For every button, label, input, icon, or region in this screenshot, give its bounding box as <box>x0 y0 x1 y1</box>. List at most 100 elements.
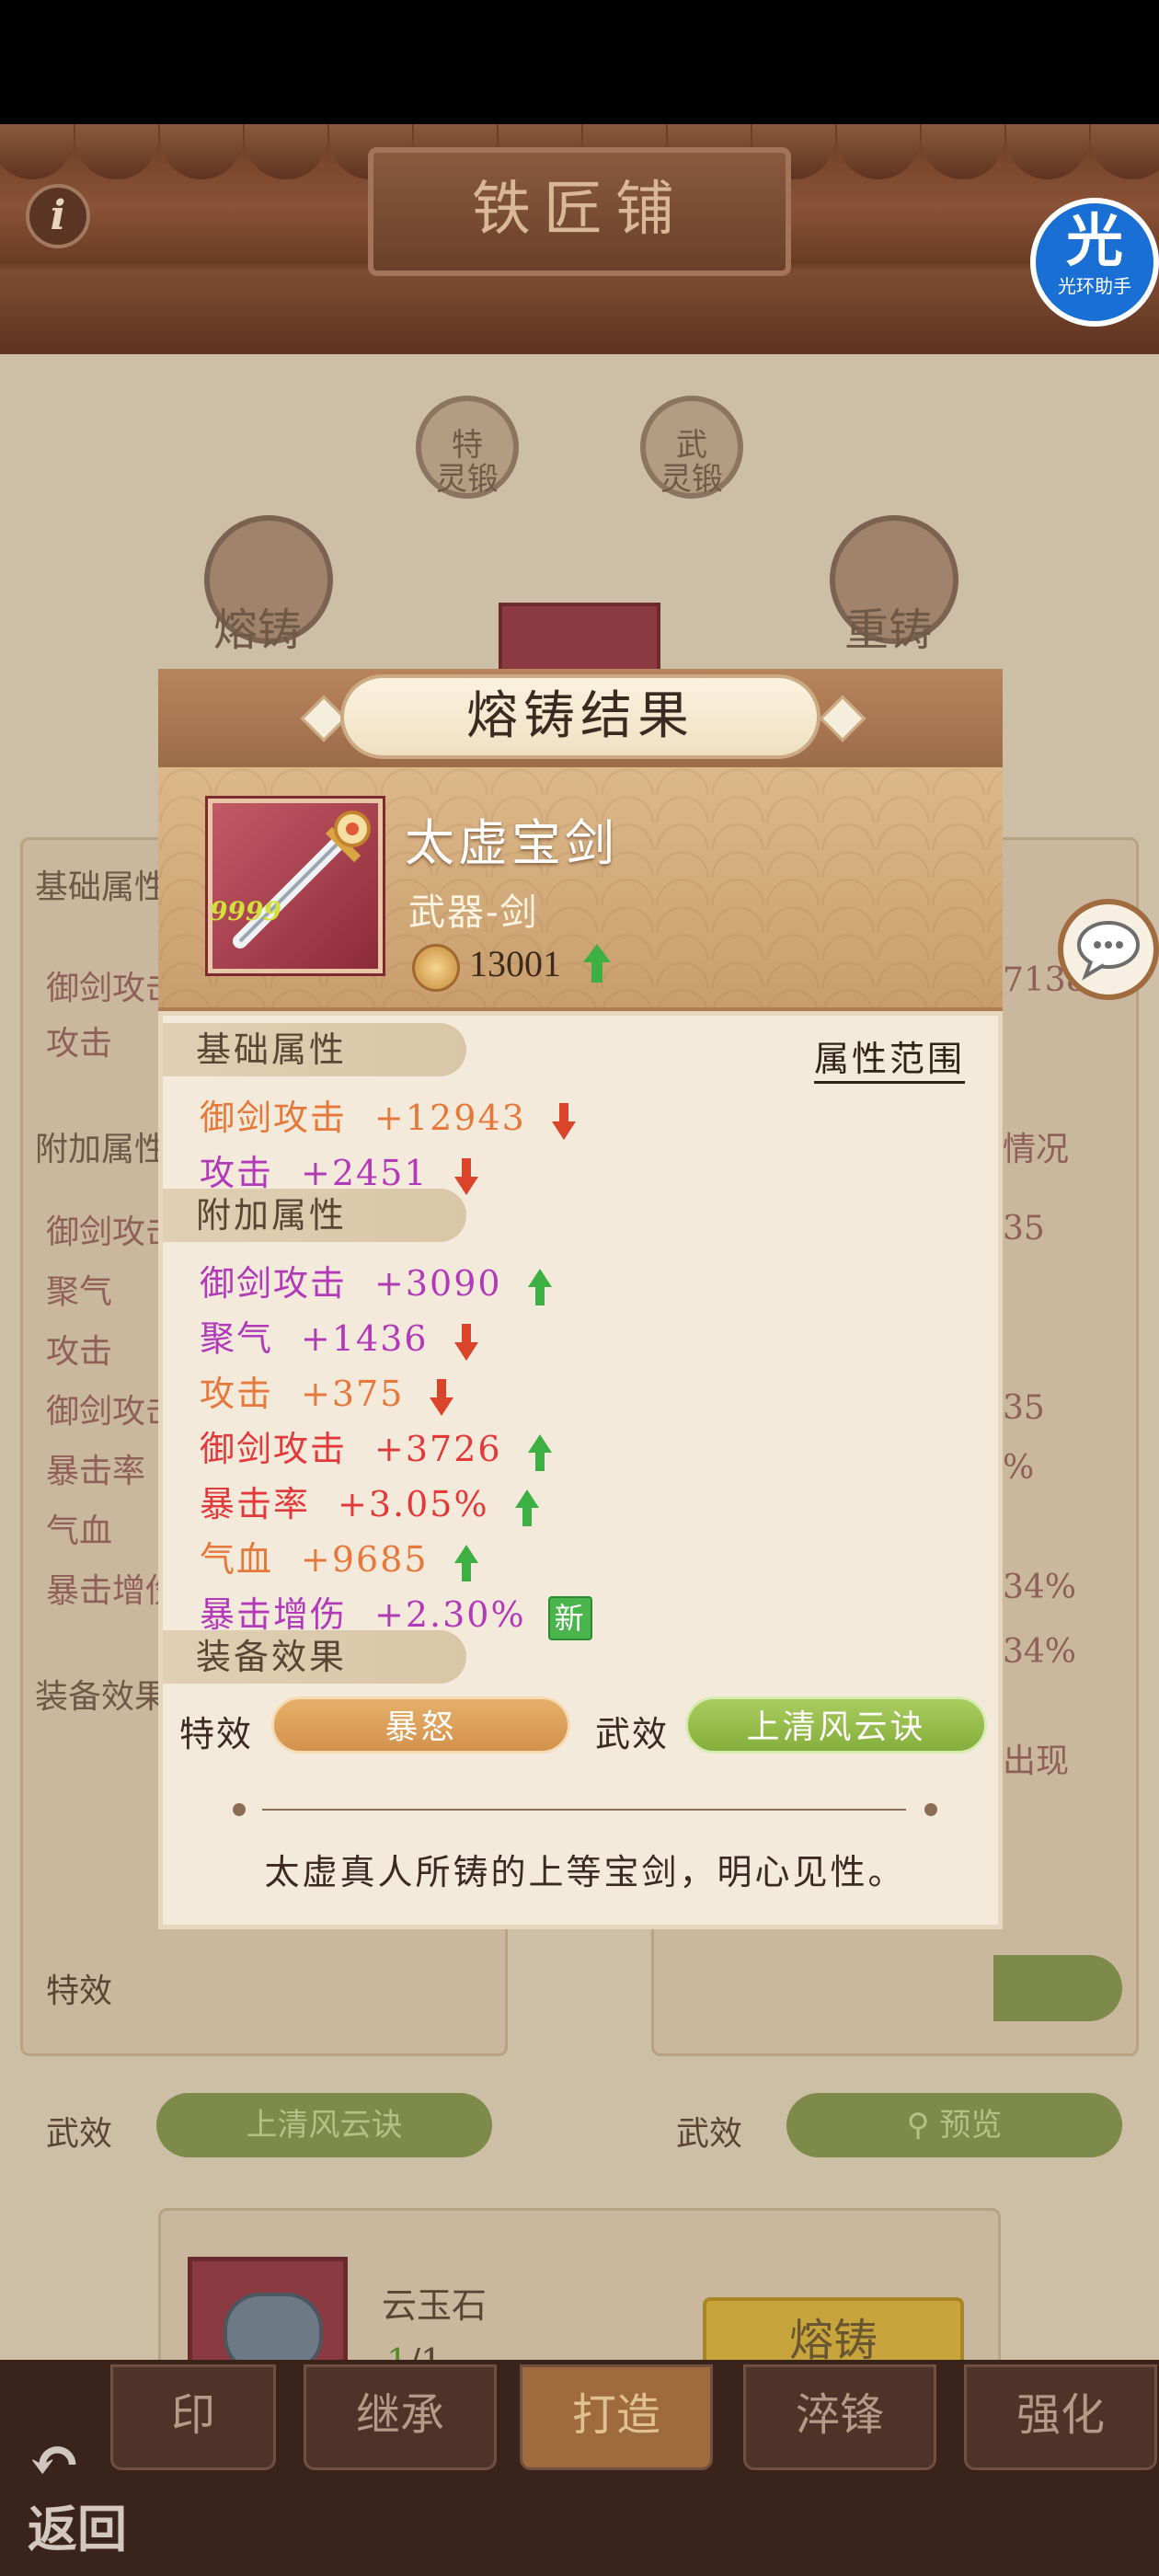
special-effect-pill[interactable]: 暴怒 <box>271 1696 570 1754</box>
bg-right-weapon-label: 武效 <box>676 2115 743 2153</box>
special-forge-button[interactable]: 特 灵锻 <box>416 396 519 499</box>
item-summary: 9999 太虚宝剑 武器-剑 13001 <box>158 767 1003 1011</box>
attr-row: 聚气 +1436 <box>200 1310 480 1363</box>
bg-right-6: 34% <box>1003 1569 1077 1606</box>
attr-name: 暴击率 <box>200 1484 311 1524</box>
new-badge: 新 <box>547 1595 592 1640</box>
roof-tile <box>0 124 74 179</box>
helper-logo-glyph: 光 <box>1065 207 1123 274</box>
attr-name: 攻击 <box>200 1374 274 1414</box>
roof-tile <box>1006 124 1089 179</box>
attr-name: 御剑攻击 <box>200 1098 348 1138</box>
weapon-forge-bottom: 灵锻 <box>660 461 723 499</box>
tab-inherit[interactable]: 继承 <box>304 2364 497 2470</box>
item-type: 武器-剑 <box>408 891 539 934</box>
bg-right-7: 34% <box>1003 1633 1077 1671</box>
combat-power-value: 13001 <box>469 943 561 984</box>
helper-logo-text: 光环助手 <box>1058 275 1131 297</box>
weapon-effect-label: 武效 <box>595 1714 670 1754</box>
info-icon[interactable]: i <box>26 184 90 248</box>
melt-result-dialog: 熔铸结果 9999 太虚宝剑 武器-剑 13001 基础属性 属性范围 御剑攻击… <box>158 669 1003 1929</box>
attr-name: 聚气 <box>200 1318 274 1359</box>
attr-value: +3090 <box>374 1263 502 1304</box>
tab-enhance[interactable]: 强化 <box>964 2364 1157 2470</box>
divider-right-dot <box>924 1803 937 1816</box>
up-arrow-icon <box>527 1268 552 1305</box>
bg-right-pill-top <box>993 1955 1122 2021</box>
item-description: 太虚真人所铸的上等宝剑，明心见性。 <box>264 1852 906 1892</box>
attr-range-link[interactable]: 属性范围 <box>814 1030 966 1084</box>
attr-value: +3726 <box>374 1429 502 1469</box>
sword-icon <box>233 811 371 949</box>
roof-tile <box>75 124 158 179</box>
status-bar <box>0 0 1159 124</box>
attr-name: 暴击增伤 <box>200 1594 348 1635</box>
bg-base-title: 基础属性 <box>35 868 168 906</box>
divider-left-dot <box>233 1803 246 1816</box>
attr-value: +12943 <box>374 1098 526 1138</box>
roof-tile <box>160 124 243 179</box>
preview-button[interactable]: ⚲ 预览 <box>786 2093 1122 2157</box>
bg-attr-8: 气血 <box>46 1512 113 1550</box>
combat-power-icon <box>412 944 460 992</box>
preview-label: 预览 <box>939 2107 1003 2144</box>
bg-special-label: 特效 <box>46 1972 113 2010</box>
attr-row: 暴击率 +3.05% <box>200 1476 541 1528</box>
roof-tile <box>245 124 327 179</box>
bg-attr-5: 攻击 <box>46 1333 113 1371</box>
attr-row: 御剑攻击 +12943 <box>200 1089 578 1142</box>
item-icon-frame[interactable] <box>208 799 383 973</box>
attr-value: +2.30% <box>374 1594 526 1635</box>
back-button[interactable]: ↶ 返回 <box>28 2422 127 2561</box>
bg-extra-title: 附加属性 <box>35 1131 168 1168</box>
weapon-effect-pill[interactable]: 上清风云诀 <box>685 1696 987 1754</box>
bg-right-4: 35 <box>1003 1389 1045 1427</box>
attr-value: +3.05% <box>338 1484 489 1524</box>
attr-row: 气血 +9685 <box>200 1531 480 1583</box>
helper-app-logo[interactable]: 光 光环助手 <box>1030 198 1159 327</box>
down-arrow-icon <box>551 1102 576 1140</box>
up-arrow-icon <box>583 944 611 983</box>
attr-name: 气血 <box>200 1539 274 1580</box>
special-effect-label: 特效 <box>179 1714 254 1754</box>
special-forge-top: 特 <box>452 427 483 464</box>
melt-mode-label: 熔铸 <box>213 604 303 656</box>
equip-effect-section: 装备效果 <box>163 1630 466 1684</box>
item-name: 太虚宝剑 <box>405 814 618 872</box>
attr-value: +375 <box>301 1374 405 1414</box>
back-label: 返回 <box>28 2500 127 2559</box>
divider <box>262 1809 906 1811</box>
base-attr-section: 基础属性 <box>163 1023 466 1076</box>
search-icon: ⚲ <box>906 2107 930 2144</box>
attr-row: 御剑攻击 +3090 <box>200 1255 554 1307</box>
tab-temper[interactable]: 淬锋 <box>743 2364 936 2470</box>
attr-value: +2451 <box>301 1153 429 1193</box>
bg-right-2: 情况 <box>1003 1131 1070 1168</box>
material-name: 云玉石 <box>382 2285 488 2326</box>
special-forge-bottom: 灵锻 <box>436 461 499 499</box>
bg-weapon-pill: 上清风云诀 <box>156 2093 492 2157</box>
up-arrow-icon <box>514 1489 539 1526</box>
bg-right-8: 出现 <box>1003 1742 1070 1780</box>
weapon-forge-button[interactable]: 武 灵锻 <box>640 396 743 499</box>
bg-weapon-label: 武效 <box>46 2115 113 2153</box>
down-arrow-icon <box>453 1323 478 1361</box>
attr-row: 御剑攻击 +3726 <box>200 1420 554 1473</box>
back-arrow-icon: ↶ <box>28 2422 82 2499</box>
chat-bubble-icon[interactable] <box>1058 899 1159 1000</box>
dialog-body: 基础属性 属性范围 御剑攻击 +12943 攻击 +2451 附加属性 御剑攻击 +3… <box>158 1011 1003 1929</box>
roof-tile <box>1091 124 1159 179</box>
tab-seal[interactable]: 印 <box>110 2364 276 2470</box>
item-level: 9999 <box>210 896 281 926</box>
bg-right-5: % <box>1003 1449 1035 1487</box>
bg-attr-2: 攻击 <box>46 1025 113 1063</box>
down-arrow-icon <box>430 1378 454 1416</box>
extra-attr-section: 附加属性 <box>163 1189 466 1242</box>
up-arrow-icon <box>527 1433 552 1471</box>
bg-attr-4: 聚气 <box>46 1273 113 1311</box>
tab-forge[interactable]: 打造 <box>520 2364 713 2470</box>
dialog-title: 熔铸结果 <box>340 674 820 759</box>
attr-name: 御剑攻击 <box>200 1263 348 1304</box>
attr-name: 攻击 <box>200 1153 274 1193</box>
bg-right-3: 35 <box>1003 1210 1045 1248</box>
